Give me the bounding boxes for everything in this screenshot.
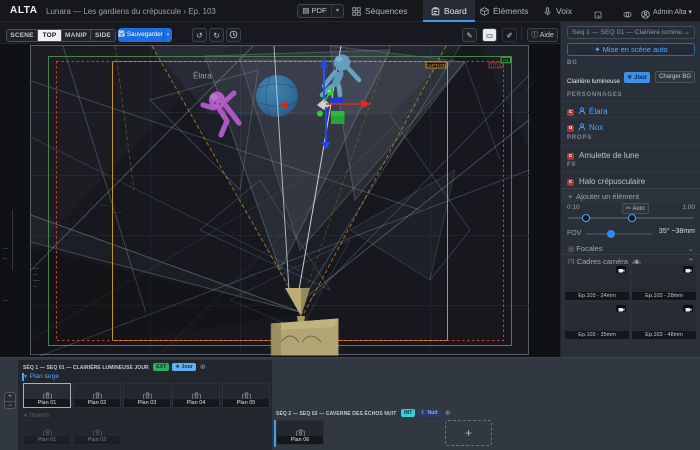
svg-text:Élara: Élara xyxy=(193,72,212,81)
svg-text:CAPTION: CAPTION xyxy=(426,63,447,68)
svg-text:FR: FR xyxy=(503,59,508,63)
svg-text:TITLE: TITLE xyxy=(490,63,502,68)
